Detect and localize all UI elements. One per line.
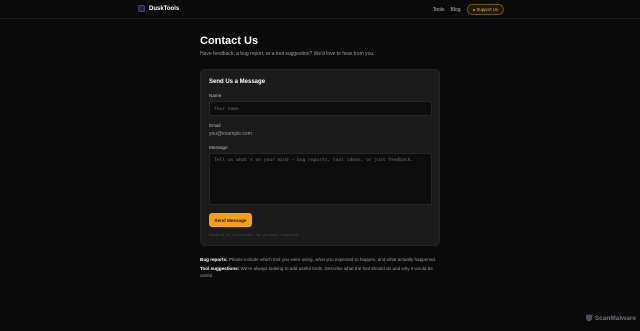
bug-reports-title: Bug reports:: [200, 257, 228, 262]
nav-blog-link[interactable]: Blog: [450, 7, 460, 13]
email-label: Email: [209, 123, 221, 128]
page-title: Contact Us: [200, 35, 259, 47]
heart-icon: [472, 8, 475, 11]
logo-icon: [138, 5, 145, 12]
form-title: Send Us a Message: [209, 79, 266, 85]
send-message-button[interactable]: Send Message: [209, 213, 252, 227]
bug-reports-note: Bug reports: Please include which tool y…: [200, 256, 440, 263]
top-nav: DuskTools Tools Blog Support Us: [0, 0, 640, 19]
message-textarea[interactable]: Tell us what's on your mind — bug report…: [209, 153, 432, 205]
watermark: ScanMalware: [585, 314, 636, 322]
message-label: Message: [209, 145, 228, 150]
contact-form-card: Send Us a Message Name Your name Email y…: [200, 69, 440, 246]
message-placeholder: Tell us what's on your mind — bug report…: [214, 158, 414, 163]
page-subtitle: Have feedback, a bug report, or a tool s…: [200, 51, 375, 57]
watermark-text: ScanMalware: [594, 314, 636, 322]
scanmalware-logo-icon: [585, 314, 592, 322]
nav-tools-link[interactable]: Tools: [433, 7, 445, 13]
powered-by-text: Powered by Formspree. No account require…: [209, 233, 300, 237]
name-input[interactable]: Your name: [209, 101, 432, 116]
name-label: Name: [209, 93, 222, 98]
tool-suggestions-note: Tool suggestions: We're always looking t…: [200, 265, 440, 279]
email-input[interactable]: you@example.com: [209, 131, 252, 137]
tool-suggestions-title: Tool suggestions:: [200, 266, 240, 271]
brand-name: DuskTools: [149, 5, 180, 12]
name-placeholder: Your name: [214, 107, 239, 112]
nav-links: Tools Blog Support Us: [433, 4, 504, 15]
support-us-button[interactable]: Support Us: [466, 4, 504, 15]
brand-logo[interactable]: DuskTools: [138, 5, 179, 12]
bug-reports-text: Please include which tool you were using…: [228, 257, 437, 262]
support-us-label: Support Us: [476, 7, 499, 12]
